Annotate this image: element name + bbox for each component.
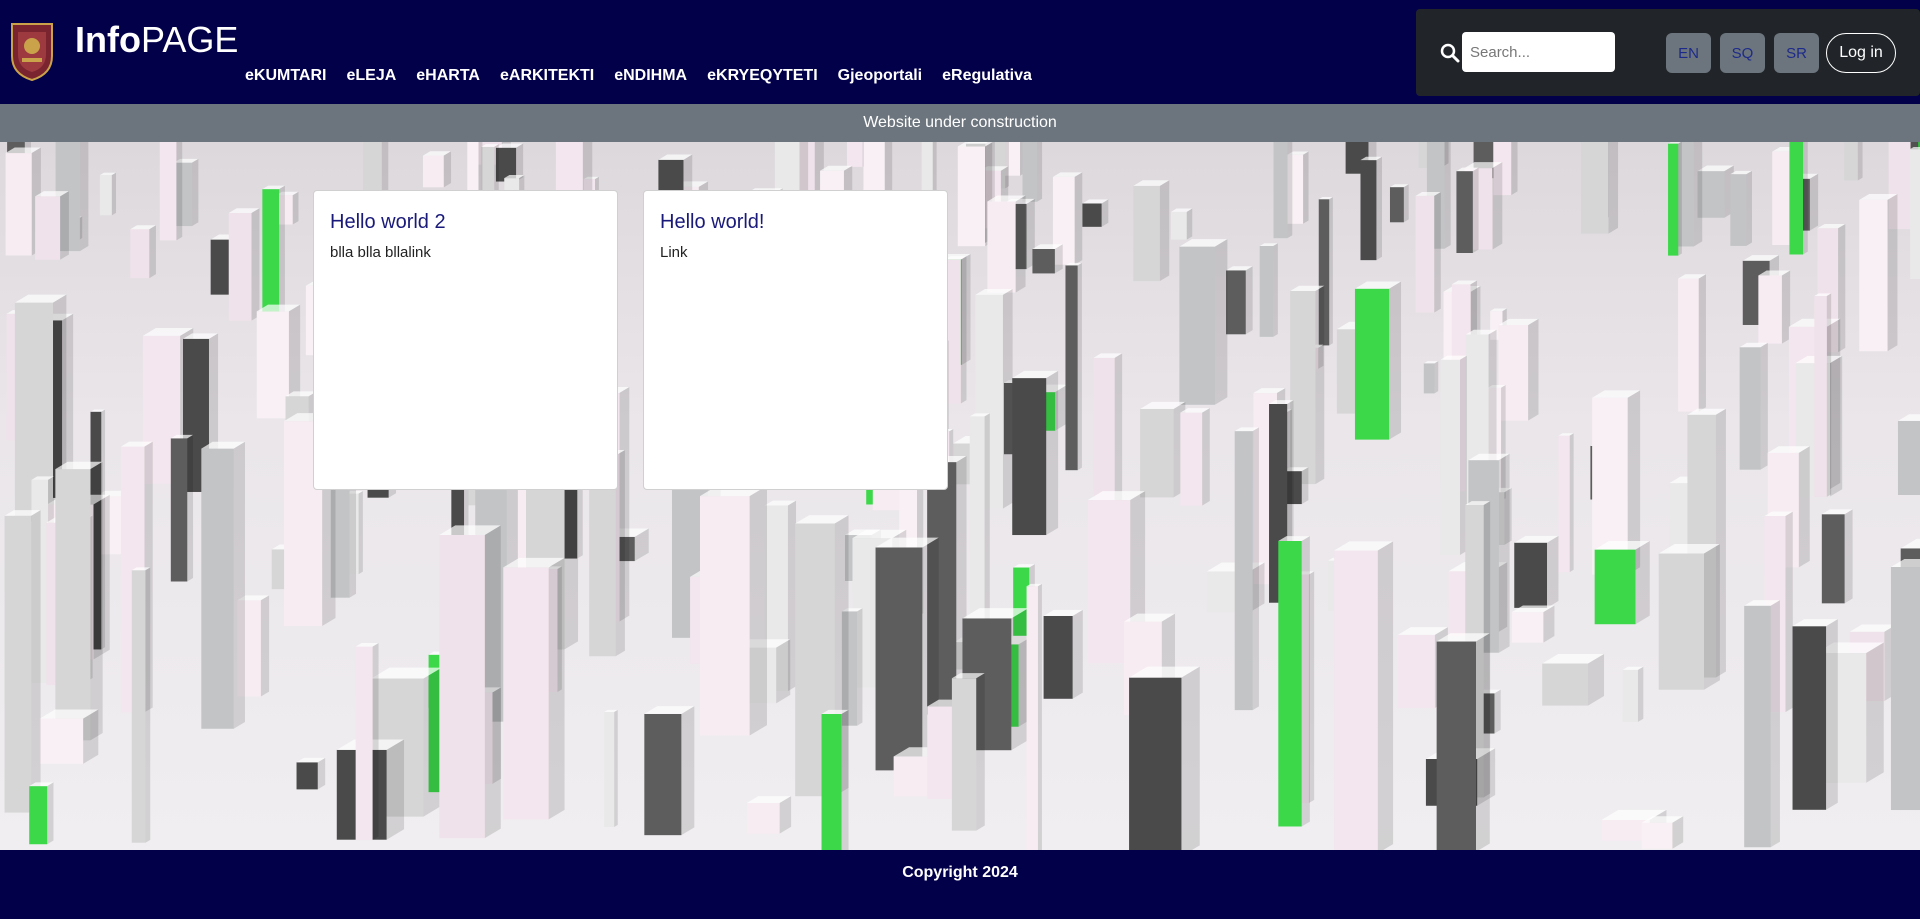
copyright-text: Copyright 2024 — [902, 864, 1018, 881]
nav-eregulativa[interactable]: eRegulativa — [942, 66, 1032, 86]
login-button[interactable]: Log in — [1826, 33, 1896, 73]
main-nav: eKUMTARI eLEJA eHARTA eARKITEKTI eNDIHMA… — [245, 66, 1052, 86]
card-hello-world-2: Hello world 2 blla blla bllalink — [313, 190, 618, 490]
card-link[interactable]: Link — [660, 243, 931, 263]
card-title: Hello world! — [660, 211, 765, 233]
brand-rest: PAGE — [140, 19, 239, 60]
brand-title[interactable]: InfoPAGE — [75, 18, 238, 62]
city-background-illustration — [4, 142, 1920, 850]
search-input[interactable] — [1462, 32, 1615, 72]
municipality-logo[interactable] — [8, 20, 56, 82]
nav-ekumtari[interactable]: eKUMTARI — [245, 66, 326, 86]
construction-banner: Website under construction — [0, 104, 1920, 142]
card-title: Hello world 2 — [330, 211, 446, 233]
top-navbar: InfoPAGE eKUMTARI eLEJA eHARTA eARKITEKT… — [0, 0, 1920, 104]
city-background-image — [0, 142, 1920, 850]
nav-ekryeqyteti[interactable]: eKRYEQYTETI — [707, 66, 818, 86]
header-toolbar: EN SQ SR Log in — [1416, 9, 1920, 96]
nav-eharta[interactable]: eHARTA — [416, 66, 480, 86]
card-text[interactable]: blla blla bllalink — [330, 243, 601, 263]
card-hello-world: Hello world! Link — [643, 190, 948, 490]
nav-gjeoportali[interactable]: Gjeoportali — [838, 66, 922, 86]
nav-endihma[interactable]: eNDIHMA — [614, 66, 687, 86]
nav-earkitekti[interactable]: eARKITEKTI — [500, 66, 594, 86]
language-sr-button[interactable]: SR — [1774, 33, 1819, 73]
language-en-button[interactable]: EN — [1666, 33, 1711, 73]
footer: Copyright 2024 — [0, 850, 1920, 919]
brand-bold: Info — [75, 19, 141, 60]
search-icon[interactable] — [1440, 43, 1460, 63]
banner-text: Website under construction — [863, 114, 1057, 131]
nav-eleja[interactable]: eLEJA — [346, 66, 396, 86]
language-sq-button[interactable]: SQ — [1720, 33, 1765, 73]
